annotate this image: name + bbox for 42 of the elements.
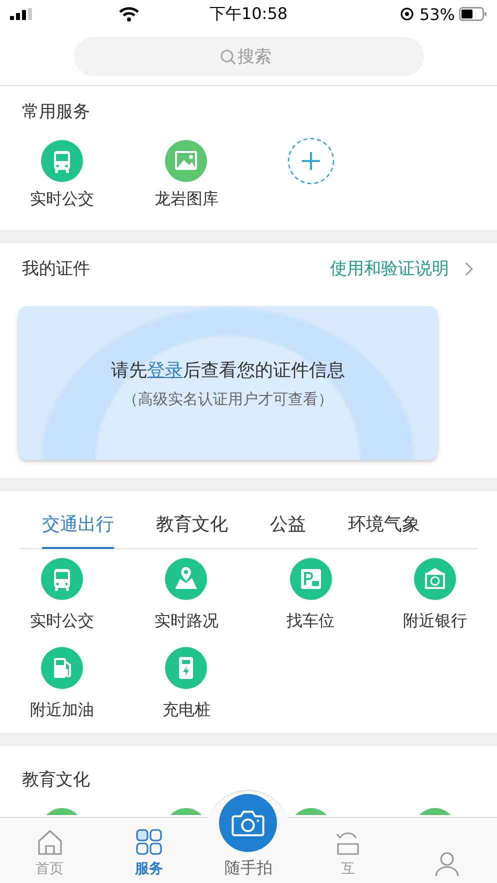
section-title: 教育文化 xyxy=(21,769,91,791)
service-item[interactable]: 附近银行 xyxy=(372,557,497,632)
category-tab[interactable]: 环境气象 xyxy=(348,501,420,549)
search-icon xyxy=(220,48,236,64)
section-title: 我的证件 xyxy=(22,258,90,280)
access-note: （高级实名认证用户才可查看） xyxy=(123,390,333,408)
login-prompt: 请先登录后查看您的证件信息 xyxy=(111,358,345,382)
service-item[interactable]: 找车位 xyxy=(248,557,373,632)
battery-percent: 53% xyxy=(419,4,455,24)
service-item[interactable]: 实时路况 xyxy=(124,557,248,632)
nav-label[interactable]: 随手拍 xyxy=(224,858,272,879)
category-tab[interactable]: 公益 xyxy=(270,501,306,549)
fuel-pump-icon xyxy=(40,646,84,690)
charging-station-icon xyxy=(164,646,208,690)
bank-icon xyxy=(412,557,457,601)
add-icon[interactable] xyxy=(286,137,335,185)
service-item[interactable]: 充电桩 xyxy=(124,646,248,721)
grid-icon xyxy=(135,828,164,856)
section-title: 常用服务 xyxy=(21,101,91,123)
category-tab[interactable]: 教育文化 xyxy=(156,501,228,549)
login-link[interactable]: 登录 xyxy=(147,360,183,380)
orientation-lock-icon xyxy=(400,7,414,21)
user-icon xyxy=(433,850,462,878)
bus-icon xyxy=(40,139,84,183)
nav-tab[interactable]: 服务 xyxy=(99,818,199,883)
category-tab[interactable]: 交通出行 xyxy=(42,501,114,549)
service-item[interactable]: 实时公交 xyxy=(0,139,124,210)
image-icon xyxy=(164,139,208,183)
map-pin-icon xyxy=(164,557,208,601)
service-item[interactable]: 龙岩图库 xyxy=(124,139,248,210)
camera-icon xyxy=(230,808,266,838)
search-field[interactable]: 搜索 xyxy=(74,37,424,76)
service-item[interactable]: 附近加油 xyxy=(0,646,124,721)
chevron-right-icon[interactable] xyxy=(465,262,473,276)
signal-icon xyxy=(10,8,32,20)
parking-icon xyxy=(288,557,333,601)
status-time: 下午10:58 xyxy=(209,4,288,24)
home-icon xyxy=(36,828,64,856)
battery-icon xyxy=(459,7,487,21)
bus-icon xyxy=(40,557,84,601)
service-item[interactable]: 实时公交 xyxy=(0,557,124,632)
wifi-icon xyxy=(119,6,139,22)
